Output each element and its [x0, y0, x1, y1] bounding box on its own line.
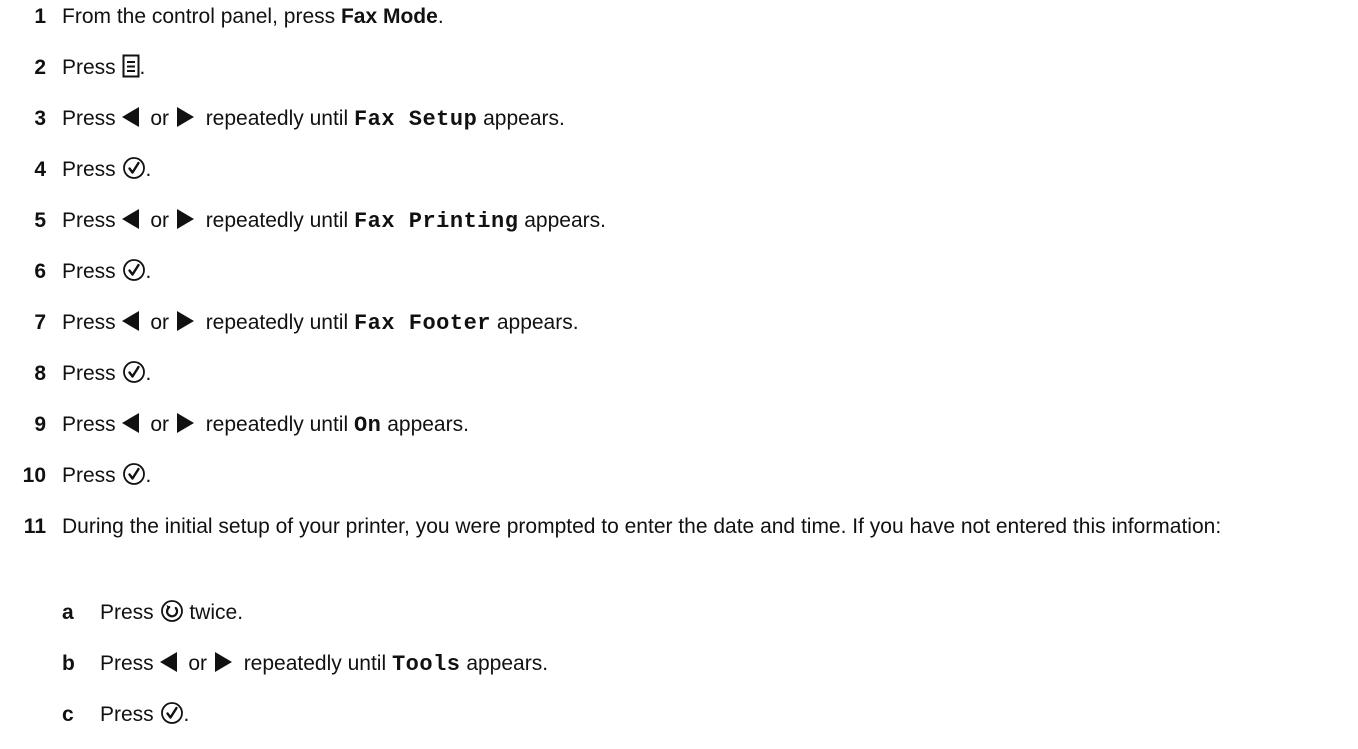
step-text: During the initial setup of your printer…	[62, 515, 1222, 538]
step-7: 7 Press or repeatedly until Fax Footer a…	[0, 308, 579, 338]
select-check-icon	[122, 360, 146, 393]
menu-icon	[122, 54, 140, 87]
step-number: 10	[22, 464, 46, 487]
menu-option: On	[353, 413, 382, 438]
left-arrow-icon	[121, 107, 139, 127]
menu-option: Fax Footer	[353, 311, 491, 336]
select-check-icon	[122, 462, 146, 495]
select-check-icon	[160, 701, 184, 734]
right-arrow-icon	[176, 107, 194, 127]
step-number: 9	[34, 413, 46, 436]
step-4: 4 Press .	[0, 155, 151, 185]
left-arrow-icon	[159, 652, 177, 672]
step-number: 5	[34, 209, 46, 232]
menu-option: Tools	[391, 652, 461, 677]
step-text: Press	[62, 56, 122, 79]
substep-a: a Press twice.	[62, 598, 243, 628]
step-5: 5 Press or repeatedly until Fax Printing…	[0, 206, 606, 236]
substep-letter: c	[62, 703, 74, 726]
step-3: 3 Press or repeatedly until Fax Setup ap…	[0, 104, 565, 134]
step-number: 7	[34, 311, 46, 334]
menu-option: Fax Printing	[353, 209, 519, 234]
step-number: 1	[34, 5, 46, 28]
left-arrow-icon	[121, 413, 139, 433]
substep-b: b Press or repeatedly until Tools appear…	[62, 649, 548, 679]
select-check-icon	[122, 258, 146, 291]
right-arrow-icon	[176, 311, 194, 331]
step-number: 2	[34, 56, 46, 79]
instruction-page: 1 From the control panel, press Fax Mode…	[0, 0, 1358, 749]
step-11: 11 During the initial setup of your prin…	[0, 512, 1221, 576]
left-arrow-icon	[121, 311, 139, 331]
substep-letter: b	[62, 652, 75, 675]
right-arrow-icon	[176, 209, 194, 229]
step-text: From the control panel, press	[62, 5, 341, 28]
step-10: 10 Press .	[0, 461, 151, 491]
right-arrow-icon	[176, 413, 194, 433]
select-check-icon	[122, 156, 146, 189]
step-number: 3	[34, 107, 46, 130]
step-6: 6 Press .	[0, 257, 151, 287]
substep-letter: a	[62, 601, 74, 624]
right-arrow-icon	[214, 652, 232, 672]
step-8: 8 Press .	[0, 359, 151, 389]
menu-option: Fax Setup	[353, 107, 478, 132]
step-2: 2 Press .	[0, 53, 145, 83]
left-arrow-icon	[121, 209, 139, 229]
step-9: 9 Press or repeatedly until On appears.	[0, 410, 469, 440]
button-name: Fax Mode	[340, 5, 438, 28]
step-number: 6	[34, 260, 46, 283]
step-number: 11	[23, 515, 46, 538]
back-icon	[160, 599, 184, 632]
step-number: 8	[34, 362, 46, 385]
step-number: 4	[34, 158, 46, 181]
substep-c: c Press .	[62, 700, 189, 730]
step-1: 1 From the control panel, press Fax Mode…	[0, 2, 443, 32]
